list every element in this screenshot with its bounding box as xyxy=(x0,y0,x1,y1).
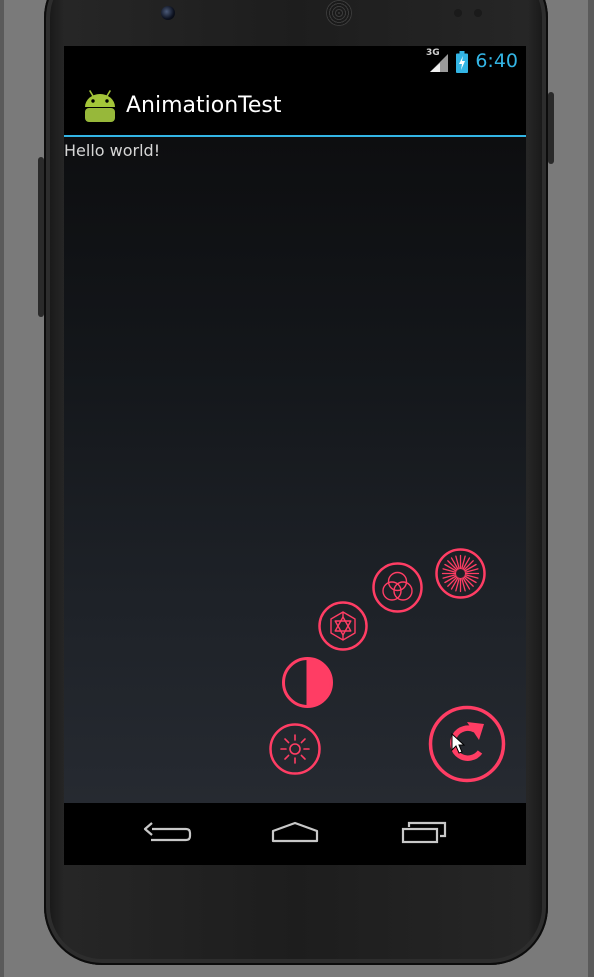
action-bar: AnimationTest xyxy=(64,77,526,137)
volume-button[interactable] xyxy=(38,157,44,317)
home-button[interactable] xyxy=(263,815,327,855)
menu-item-venn[interactable] xyxy=(371,561,424,614)
venn-icon xyxy=(372,562,423,613)
window-frame-left xyxy=(0,0,4,977)
mouse-cursor-icon xyxy=(451,733,465,754)
menu-toggle-button[interactable] xyxy=(428,705,506,783)
power-button[interactable] xyxy=(548,92,554,164)
battery-charging-icon xyxy=(456,51,468,73)
hexagram-icon xyxy=(318,601,368,651)
back-button[interactable] xyxy=(134,815,198,855)
app-title: AnimationTest xyxy=(126,93,282,118)
recents-icon xyxy=(401,821,447,844)
front-camera xyxy=(161,6,175,20)
menu-item-hexagram[interactable] xyxy=(317,600,369,652)
back-icon xyxy=(143,822,192,842)
status-time: 6:40 xyxy=(475,50,518,72)
recents-button[interactable] xyxy=(391,815,455,855)
refresh-icon xyxy=(428,705,506,783)
home-icon xyxy=(271,821,319,843)
android-icon[interactable] xyxy=(82,88,118,124)
navigation-bar xyxy=(64,803,526,865)
hello-text: Hello world! xyxy=(64,141,161,160)
menu-item-sun[interactable] xyxy=(268,722,322,776)
signal-icon xyxy=(430,54,448,72)
sun-icon xyxy=(269,723,321,775)
proximity-sensor xyxy=(454,9,462,17)
contrast-icon xyxy=(282,657,333,708)
menu-item-burst[interactable] xyxy=(434,547,487,600)
status-bar: 3G 6:40 xyxy=(64,46,526,77)
menu-item-contrast[interactable] xyxy=(281,656,334,709)
earpiece-speaker xyxy=(326,0,352,26)
window-frame-right xyxy=(588,0,594,977)
main-content: Hello world! xyxy=(64,137,526,803)
burst-icon xyxy=(435,548,486,599)
light-sensor xyxy=(474,9,482,17)
